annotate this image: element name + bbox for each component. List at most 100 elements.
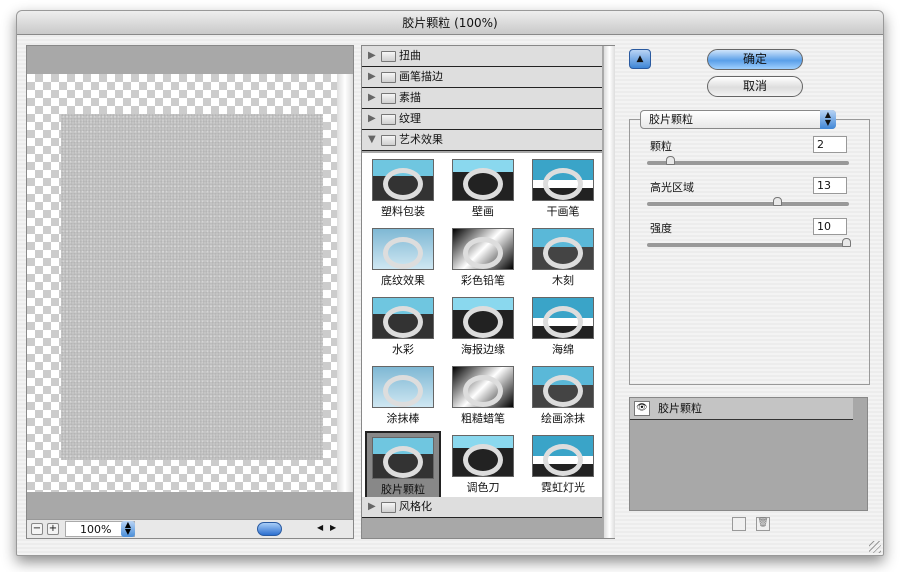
- filter-preview-image: [532, 297, 594, 339]
- filter-thumbnail[interactable]: 涂抹棒: [365, 362, 441, 430]
- category-1[interactable]: ▶ 画笔描边: [362, 67, 602, 88]
- folder-icon: [381, 72, 396, 83]
- param-slider[interactable]: [647, 243, 849, 247]
- filter-preview-image: [532, 435, 594, 477]
- param-slider[interactable]: [647, 202, 849, 206]
- filter-label: 霓虹灯光: [541, 481, 585, 494]
- cancel-button[interactable]: 取消: [707, 76, 803, 97]
- disclosure-triangle-icon[interactable]: ▶: [368, 497, 376, 517]
- filter-preview-image: [372, 159, 434, 201]
- category-5[interactable]: ▶ 风格化: [362, 497, 602, 518]
- param-slider[interactable]: [647, 161, 849, 165]
- disclosure-triangle-icon[interactable]: ▶: [368, 46, 376, 66]
- filter-thumbnail[interactable]: 壁画: [445, 155, 521, 223]
- effect-layer-row[interactable]: 👁 胶片颗粒: [630, 398, 853, 420]
- filter-thumbnail[interactable]: 彩色铅笔: [445, 224, 521, 292]
- filter-preview-image: [532, 228, 594, 270]
- folder-icon: [381, 135, 396, 146]
- trash-icon[interactable]: 🗑: [756, 517, 770, 531]
- filter-preview-image: [452, 228, 514, 270]
- eye-icon[interactable]: 👁: [634, 401, 650, 416]
- filter-preview-image: [452, 366, 514, 408]
- filter-thumbnail[interactable]: 粗糙蜡笔: [445, 362, 521, 430]
- scroll-right-icon[interactable]: ▶: [330, 523, 336, 532]
- param-label: 颗粒: [650, 138, 672, 154]
- filter-gallery-window: 胶片颗粒 (100%) − + 100% ▲▼ ◀ ▶ 塑料包装壁画干画笔底纹效…: [16, 10, 884, 556]
- filter-label: 涂抹棒: [387, 412, 420, 425]
- param-value-input[interactable]: 13: [813, 177, 847, 194]
- horizontal-scroll-thumb[interactable]: [257, 522, 282, 536]
- filter-thumbnail[interactable]: 调色刀: [445, 431, 521, 499]
- slider-knob[interactable]: [666, 156, 675, 165]
- folder-icon: [381, 114, 396, 125]
- category-4[interactable]: ▼ 艺术效果: [362, 130, 602, 151]
- filter-list-scrollbar[interactable]: [603, 46, 615, 538]
- filter-thumbnail[interactable]: 干画笔: [525, 155, 601, 223]
- preview-image: [61, 114, 323, 460]
- param-label: 强度: [650, 220, 672, 236]
- ok-button[interactable]: 确定: [707, 49, 803, 70]
- folder-icon: [381, 502, 396, 513]
- effect-layers-panel: 👁 胶片颗粒: [629, 397, 868, 511]
- filter-preview-image: [372, 228, 434, 270]
- filter-preview-image: [452, 297, 514, 339]
- preview-scrollbar[interactable]: [337, 74, 353, 492]
- disclosure-triangle-icon[interactable]: ▶: [368, 88, 376, 108]
- filter-thumbnail[interactable]: 水彩: [365, 293, 441, 361]
- filter-label: 海报边缘: [461, 343, 505, 356]
- zoom-in-button[interactable]: +: [47, 523, 59, 535]
- preview-panel: − + 100% ▲▼ ◀ ▶: [26, 45, 354, 539]
- preview-canvas[interactable]: [27, 74, 353, 492]
- param-value-input[interactable]: 2: [813, 136, 847, 153]
- disclosure-triangle-icon[interactable]: ▶: [368, 67, 376, 87]
- filter-thumbnail[interactable]: 海绵: [525, 293, 601, 361]
- zoom-out-button[interactable]: −: [31, 523, 43, 535]
- filter-label: 绘画涂抹: [541, 412, 585, 425]
- slider-knob[interactable]: [773, 197, 782, 206]
- filter-label: 木刻: [552, 274, 574, 287]
- filter-preview-image: [532, 159, 594, 201]
- filter-thumbnail[interactable]: 霓虹灯光: [525, 431, 601, 499]
- category-2[interactable]: ▶素描: [362, 88, 602, 109]
- disclosure-triangle-icon[interactable]: ▶: [368, 109, 376, 129]
- disclosure-triangle-icon[interactable]: ▼: [368, 130, 376, 150]
- filter-label: 调色刀: [467, 481, 500, 494]
- filter-settings-group: 颗粒2高光区域13强度10: [629, 119, 870, 385]
- zoom-spinner-icon[interactable]: ▲▼: [121, 521, 135, 537]
- filter-preview-image: [532, 366, 594, 408]
- category-label: 纹理: [399, 112, 421, 125]
- filter-list: 塑料包装 壁画 干画笔底纹效果彩色铅笔木刻水彩 海报边缘 海绵涂抹棒 粗糙蜡笔绘画涂抹胶片…: [361, 45, 615, 539]
- preview-status-bar: − + 100% ▲▼ ◀ ▶: [27, 519, 353, 538]
- filter-label: 塑料包装: [381, 205, 425, 218]
- folder-icon: [381, 93, 396, 104]
- filter-select-value: 胶片颗粒: [649, 113, 693, 126]
- filter-thumbnail[interactable]: 底纹效果: [365, 224, 441, 292]
- collapse-gallery-button[interactable]: ▲: [629, 49, 651, 69]
- filter-thumbnail[interactable]: 绘画涂抹: [525, 362, 601, 430]
- param-value-input[interactable]: 10: [813, 218, 847, 235]
- category-label: 画笔描边: [399, 70, 443, 83]
- slider-knob[interactable]: [842, 238, 851, 247]
- folder-icon: [381, 51, 396, 62]
- category-0[interactable]: ▶ 扭曲: [362, 46, 602, 67]
- resize-grip-icon[interactable]: [869, 541, 881, 553]
- filter-thumbnail[interactable]: 木刻: [525, 224, 601, 292]
- category-label: 扭曲: [399, 49, 421, 62]
- filter-label: 壁画: [472, 205, 494, 218]
- filter-thumbnail[interactable]: 胶片颗粒: [365, 431, 441, 499]
- filter-select[interactable]: 胶片颗粒 ▲▼: [640, 110, 836, 129]
- category-3[interactable]: ▶ 纹理: [362, 109, 602, 130]
- category-label: 风格化: [399, 500, 432, 513]
- filter-thumbnail[interactable]: 塑料包装: [365, 155, 441, 223]
- filter-preview-image: [452, 159, 514, 201]
- scroll-left-icon[interactable]: ◀: [317, 523, 323, 532]
- filter-thumbnail[interactable]: 海报边缘: [445, 293, 521, 361]
- filter-label: 干画笔: [547, 205, 580, 218]
- category-label: 艺术效果: [399, 133, 443, 146]
- filter-label: 水彩: [392, 343, 414, 356]
- triangle-up-icon: ▲: [637, 54, 644, 64]
- new-effect-layer-icon[interactable]: [732, 517, 746, 531]
- filter-thumbnail-grid: 塑料包装 壁画 干画笔底纹效果彩色铅笔木刻水彩 海报边缘 海绵涂抹棒 粗糙蜡笔绘画涂抹胶片…: [362, 153, 602, 503]
- select-arrows-icon: ▲▼: [820, 110, 836, 129]
- effect-layer-name: 胶片颗粒: [658, 402, 702, 415]
